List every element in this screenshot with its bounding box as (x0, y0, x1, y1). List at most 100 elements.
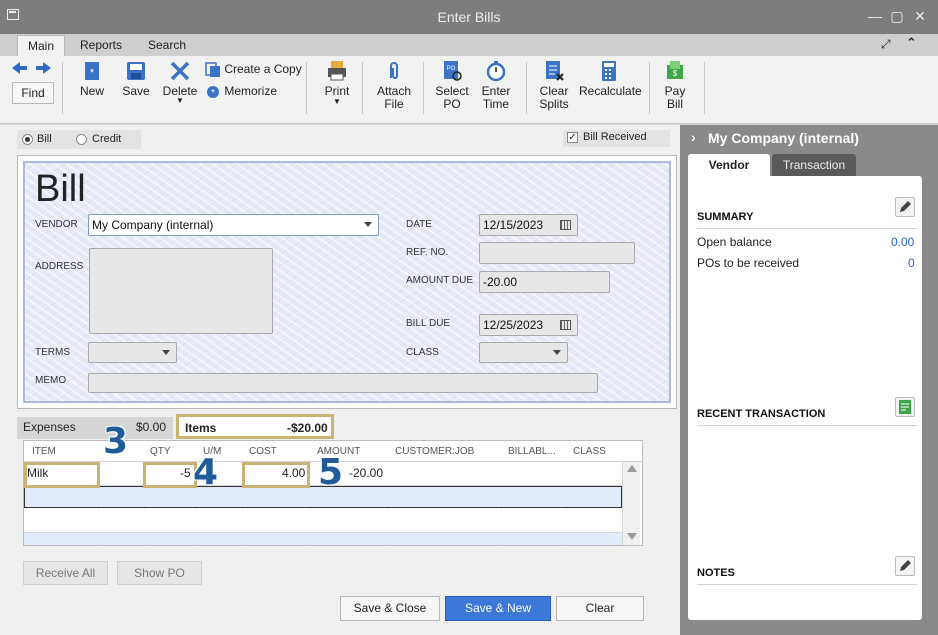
new-button[interactable]: * New (77, 60, 107, 98)
pos-to-receive-value[interactable]: 0 (908, 256, 915, 270)
maximize-icon[interactable]: ▢ (890, 9, 904, 24)
tab-expenses[interactable]: Expenses $0.00 (17, 417, 173, 439)
column-header-billable[interactable]: BILLABL... (508, 446, 556, 457)
column-header-qty[interactable]: QTY (150, 446, 171, 457)
items-label: Items (185, 421, 217, 435)
calendar-icon[interactable] (560, 320, 571, 330)
select-po-icon: PO (444, 61, 462, 81)
stopwatch-icon (486, 61, 506, 82)
tab-search[interactable]: Search (138, 35, 196, 56)
next-arrow-icon[interactable] (36, 62, 52, 74)
save-button[interactable]: Save (120, 60, 152, 98)
clear-splits-icon (546, 61, 564, 81)
credit-radio-label: Credit (92, 133, 122, 145)
attach-file-button[interactable]: Attach File (376, 60, 412, 111)
vendor-dropdown[interactable]: My Company (internal) (88, 214, 379, 236)
paperclip-icon (390, 62, 398, 79)
new-doc-icon: * (85, 62, 99, 80)
terms-dropdown[interactable] (88, 342, 177, 363)
close-icon[interactable]: ✕ (913, 9, 927, 24)
date-field[interactable]: 12/15/2023 (479, 214, 578, 236)
prev-arrow-icon[interactable] (12, 62, 28, 74)
chevron-down-icon (553, 350, 561, 355)
calendar-icon[interactable] (560, 220, 571, 230)
ribbon-toolbar: Find * New Save Delete ▼ Create a Copy *… (0, 56, 938, 124)
pencil-icon (900, 560, 911, 571)
svg-text:$: $ (673, 69, 678, 78)
create-copy-button[interactable]: Create a Copy (205, 62, 302, 80)
annotation-4: 4 (193, 452, 219, 493)
annotation-5: 5 (318, 452, 344, 493)
save-new-button[interactable]: Save & New (445, 596, 551, 621)
print-button[interactable]: Print ▼ (322, 60, 352, 106)
save-label: Save (122, 84, 150, 98)
attach-file-label-2: File (384, 97, 404, 111)
vendor-label: VENDOR (35, 219, 78, 230)
ref-no-field[interactable] (479, 242, 635, 264)
quick-report-button[interactable] (895, 397, 915, 417)
amount-due-field[interactable]: -20.00 (479, 271, 610, 293)
clear-button[interactable]: Clear (556, 596, 644, 621)
edit-notes-button[interactable] (895, 556, 915, 576)
date-label: DATE (406, 219, 432, 230)
minimize-icon[interactable]: — (868, 9, 882, 24)
column-header-customer-job[interactable]: CUSTOMER:JOB (395, 446, 474, 457)
table-row[interactable] (24, 533, 622, 545)
save-close-button[interactable]: Save & Close (340, 596, 440, 621)
column-header-item[interactable]: ITEM (32, 446, 56, 457)
pay-bill-button[interactable]: $ Pay Bill (660, 60, 690, 111)
cell-amount[interactable]: -20.00 (349, 466, 383, 480)
window-titlebar: Enter Bills — ▢ ✕ (0, 0, 938, 34)
vendor-value: My Company (internal) (92, 218, 214, 232)
bill-radio[interactable] (22, 134, 33, 145)
bill-radio-label: Bill (37, 133, 52, 145)
summary-title: SUMMARY (697, 211, 754, 223)
address-field[interactable] (89, 248, 273, 334)
tab-vendor[interactable]: Vendor (688, 154, 770, 178)
show-po-button[interactable]: Show PO (117, 561, 202, 585)
tab-items[interactable]: Items -$20.00 (176, 414, 334, 439)
tab-reports[interactable]: Reports (70, 35, 132, 56)
pay-bill-icon: $ (667, 61, 683, 79)
clear-splits-button[interactable]: Clear Splits (537, 60, 571, 111)
chevron-down-icon (162, 350, 170, 355)
table-row[interactable] (24, 509, 622, 533)
column-header-class[interactable]: CLASS (573, 446, 606, 457)
credit-radio[interactable] (76, 134, 87, 145)
receive-all-button[interactable]: Receive All (23, 561, 108, 585)
scroll-up-icon[interactable] (627, 465, 637, 472)
scroll-down-icon[interactable] (627, 533, 637, 540)
class-dropdown[interactable] (479, 342, 568, 363)
highlight-qty-cell (143, 462, 197, 488)
edit-summary-button[interactable] (895, 197, 915, 217)
enter-time-button[interactable]: Enter Time (479, 60, 513, 111)
date-value: 12/15/2023 (483, 218, 544, 232)
tab-main[interactable]: Main (17, 35, 66, 56)
pay-bill-label-2: Bill (666, 97, 683, 111)
tab-transaction[interactable]: Transaction (772, 154, 856, 176)
class-label: CLASS (406, 347, 439, 358)
bill-due-field[interactable]: 12/25/2023 (479, 314, 578, 336)
chevron-down-icon: ▼ (333, 97, 341, 106)
recalculate-button[interactable]: Recalculate (579, 60, 642, 98)
bill-due-value: 12/25/2023 (483, 318, 544, 332)
memo-field[interactable] (88, 373, 598, 393)
save-icon (127, 62, 145, 80)
bill-received-checkbox[interactable]: ✓ (567, 132, 578, 143)
select-po-button[interactable]: PO Select PO (434, 60, 470, 111)
svg-text:*: * (211, 88, 215, 99)
bill-due-label: BILL DUE (406, 318, 451, 329)
find-button[interactable]: Find (12, 82, 54, 104)
column-header-cost[interactable]: COST (249, 446, 277, 457)
bill-received-label: Bill Received (583, 131, 647, 143)
select-po-label-2: PO (443, 97, 461, 111)
open-balance-value[interactable]: 0.00 (891, 235, 914, 249)
delete-button[interactable]: Delete ▼ (162, 60, 198, 105)
memorize-button[interactable]: * Memorize (205, 84, 277, 102)
expand-icon[interactable]: ⤢ (881, 37, 891, 52)
amount-due-value: -20.00 (483, 275, 518, 289)
table-scrollbar[interactable] (622, 462, 640, 545)
panel-expand-icon[interactable]: › (691, 129, 696, 145)
printer-icon (328, 61, 346, 81)
collapse-ribbon-icon[interactable]: ⌃ (906, 35, 917, 51)
